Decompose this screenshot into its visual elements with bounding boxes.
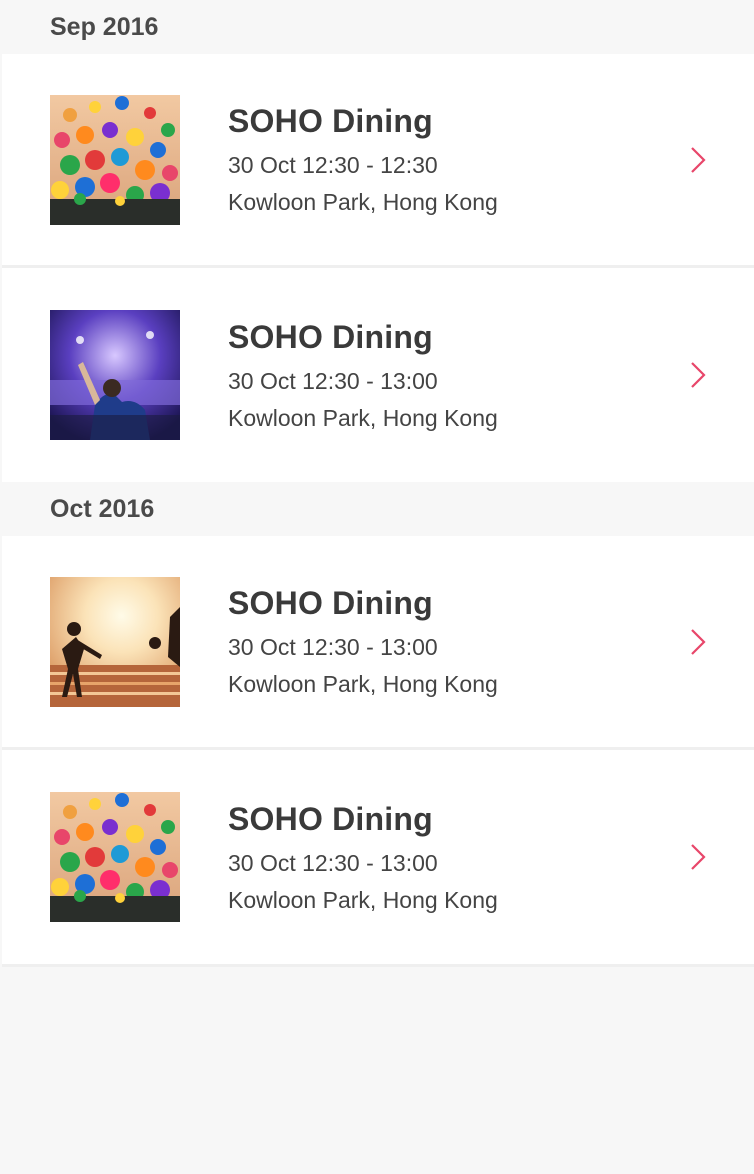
section-header-oct-2016: Oct 2016 — [2, 482, 754, 536]
event-info: SOHO Dining 30 Oct 12:30 - 13:00 Kowloon… — [228, 801, 498, 914]
event-info: SOHO Dining 30 Oct 12:30 - 13:00 Kowloon… — [228, 319, 498, 432]
event-thumbnail-beach-football — [50, 576, 180, 707]
event-list-group: SOHO Dining 30 Oct 12:30 - 13:00 Kowloon… — [2, 536, 754, 964]
event-venue: Kowloon Park, Hong Kong — [228, 671, 498, 697]
event-row[interactable]: SOHO Dining 30 Oct 12:30 - 13:00 Kowloon… — [2, 536, 754, 750]
event-title: SOHO Dining — [228, 585, 433, 621]
event-row[interactable]: SOHO Dining 30 Oct 12:30 - 12:30 Kowloon… — [2, 54, 754, 268]
event-info: SOHO Dining 30 Oct 12:30 - 13:00 Kowloon… — [228, 585, 498, 698]
chevron-right-icon[interactable] — [688, 145, 708, 175]
event-title: SOHO Dining — [228, 103, 433, 139]
event-thumbnail-dj-concert — [50, 310, 180, 440]
event-list-group: SOHO Dining 30 Oct 12:30 - 12:30 Kowloon… — [2, 54, 754, 482]
event-row[interactable]: SOHO Dining 30 Oct 12:30 - 13:00 Kowloon… — [2, 268, 754, 482]
chevron-right-icon[interactable] — [688, 360, 708, 390]
event-thumbnail-balloons — [50, 94, 180, 225]
event-time: 30 Oct 12:30 - 13:00 — [228, 634, 438, 660]
chevron-right-icon[interactable] — [688, 627, 708, 657]
event-row[interactable]: SOHO Dining 30 Oct 12:30 - 13:00 Kowloon… — [2, 750, 754, 964]
section-header-label: Oct 2016 — [50, 494, 155, 523]
event-list-page: Sep 2016 SOHO Dining 30 Oct 12:30 - 12:3… — [0, 0, 754, 1174]
section-header-label: Sep 2016 — [50, 12, 159, 41]
section-header-sep-2016: Sep 2016 — [2, 0, 754, 54]
event-venue: Kowloon Park, Hong Kong — [228, 189, 498, 215]
event-title: SOHO Dining — [228, 800, 433, 837]
event-title: SOHO Dining — [228, 318, 433, 355]
event-info: SOHO Dining 30 Oct 12:30 - 12:30 Kowloon… — [228, 103, 498, 216]
event-time: 30 Oct 12:30 - 13:00 — [228, 849, 438, 876]
chevron-right-icon[interactable] — [688, 842, 708, 872]
event-time: 30 Oct 12:30 - 12:30 — [228, 152, 438, 178]
empty-list-area — [2, 964, 754, 1174]
event-time: 30 Oct 12:30 - 13:00 — [228, 367, 438, 394]
event-venue: Kowloon Park, Hong Kong — [228, 886, 498, 913]
event-thumbnail-balloons — [50, 792, 180, 922]
event-venue: Kowloon Park, Hong Kong — [228, 404, 498, 431]
